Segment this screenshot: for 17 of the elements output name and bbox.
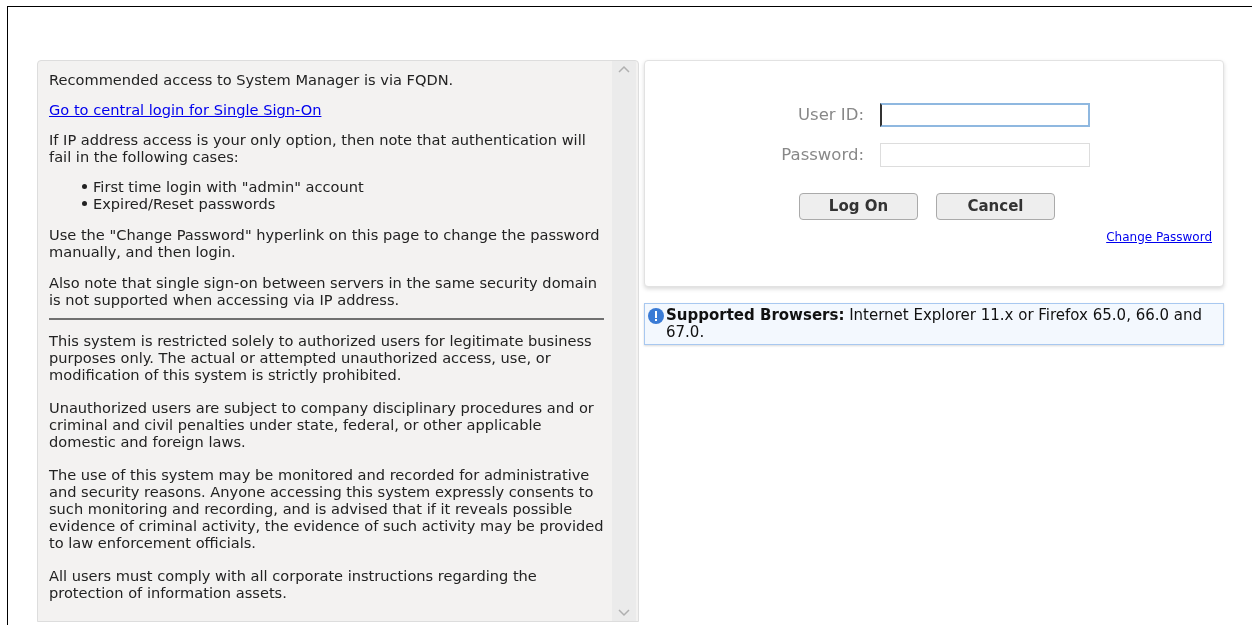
notice-text: Use the "Change Password" hyperlink on this page to change the password manually, and then login. bbox=[49, 226, 601, 260]
notice-text: If IP address access is your only option, then note that authentication will fail in the following cases: bbox=[49, 131, 587, 165]
notice-text: Also note that single sign-on between servers in the same security domain is not supported when accessing via IP address. bbox=[49, 274, 599, 308]
legal-text: The use of this system may be monitored and recorded for administrative and security reasons. Anyone accessing this system expressly consents to such monitoring and recording, and is advised that if it reveals possible evidence of criminal activity, the evidence of such activity may be provided to law enforcement officials. bbox=[49, 466, 604, 551]
legal-text: All users must comply with all corporate instructions regarding the protection of information assets. bbox=[49, 567, 538, 601]
change-password-link[interactable]: Change Password bbox=[1106, 227, 1212, 246]
form-button[interactable]: Log On bbox=[799, 192, 918, 220]
notice-text: Recommended access to System Manager is via FQDN. bbox=[49, 71, 455, 88]
case-text: First time login with "admin" account bbox=[93, 178, 364, 195]
info-text: Supported Browsers: Internet Explorer 11.x or Firefox 65.0, 66.0 and 67.0. bbox=[666, 307, 1204, 341]
form-button[interactable]: Cancel bbox=[936, 192, 1055, 220]
legal-text: This system is restricted solely to authorized users for legitimate business purposes only. The actual or attempted unauthorized access, use, or modification of this system is strictly prohibited. bbox=[49, 332, 593, 383]
field-label: Password: bbox=[780, 143, 864, 166]
legal-text: Unauthorized users are subject to company disciplinary procedures and or criminal and civil penalties under state, federal, or other applicable domestic and foreign laws. bbox=[49, 399, 595, 450]
case-text: Expired/Reset passwords bbox=[93, 195, 276, 212]
sso-link[interactable]: Go to central login for Single Sign-On bbox=[49, 101, 322, 118]
field-label: User ID: bbox=[797, 104, 864, 126]
